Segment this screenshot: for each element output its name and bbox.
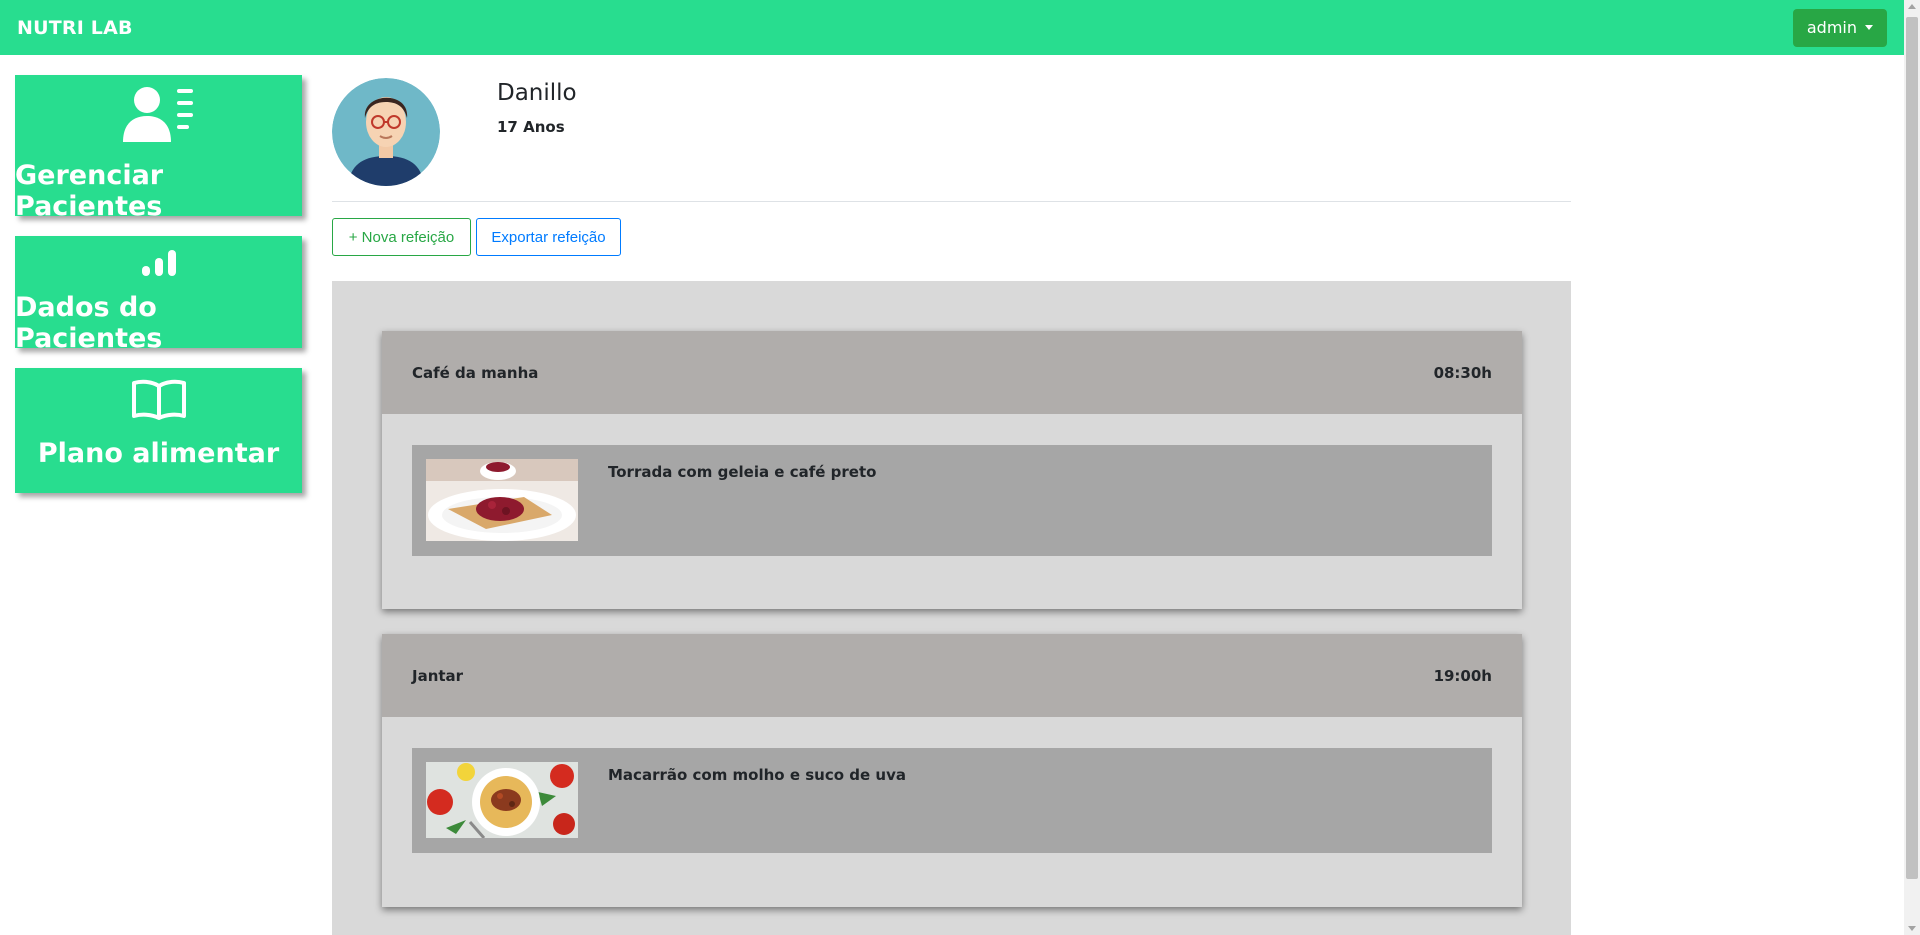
sidebar-item-label: Dados do Pacientes: [15, 292, 163, 354]
new-meal-button[interactable]: + Nova refeição: [332, 218, 471, 256]
toast-with-jam-image: [426, 459, 578, 541]
meal-header: Café da manha 08:30h: [382, 331, 1522, 414]
meal-name: Jantar: [412, 666, 464, 685]
user-list-icon: [122, 86, 195, 146]
admin-dropdown-label: admin: [1806, 18, 1857, 37]
caret-down-icon: [1865, 25, 1873, 30]
divider: [332, 201, 1571, 202]
meals-panel: Café da manha 08:30h Torrada com geleia …: [332, 281, 1571, 935]
sidebar-item-dados-do-pacientes[interactable]: Dados do Pacientes: [15, 236, 302, 354]
sidebar-item-plano-alimentar[interactable]: Plano alimentar: [15, 368, 302, 493]
scroll-down-arrow-icon[interactable]: [1908, 926, 1916, 931]
meal-card: Café da manha 08:30h Torrada com geleia …: [382, 331, 1522, 609]
patient-age: 17 Anos: [497, 118, 565, 136]
pasta-with-sauce-image: [426, 762, 578, 838]
sidebar-item-gerenciar-pacientes[interactable]: Gerenciar Pacientes: [15, 75, 302, 222]
patient-name: Danillo: [497, 80, 577, 106]
admin-dropdown-button[interactable]: admin: [1792, 8, 1887, 47]
sidebar-item-label: Plano alimentar: [37, 438, 280, 469]
meal-name: Café da manha: [412, 363, 539, 382]
top-navbar: NUTRI LAB admin: [0, 0, 1904, 55]
meal-time: 19:00h: [1433, 666, 1492, 685]
sidebar-item-label: Gerenciar Pacientes: [15, 160, 164, 222]
signal-bars-icon: [141, 250, 176, 280]
meal-item-description: Torrada com geleia e café preto: [608, 463, 877, 481]
scrollbar-thumb[interactable]: [1906, 17, 1918, 879]
meal-item[interactable]: Torrada com geleia e café preto: [412, 445, 1492, 556]
meal-item-description: Macarrão com molho e suco de uva: [608, 766, 906, 784]
brand-logo[interactable]: NUTRI LAB: [17, 17, 133, 39]
meal-time: 08:30h: [1433, 363, 1492, 382]
open-book-icon: [131, 378, 187, 424]
meal-header: Jantar 19:00h: [382, 634, 1522, 717]
scroll-up-arrow-icon[interactable]: [1908, 4, 1916, 9]
vertical-scrollbar[interactable]: [1904, 0, 1920, 935]
meal-card: Jantar 19:00h Macarrão com molho e suco …: [382, 634, 1522, 907]
meal-item[interactable]: Macarrão com molho e suco de uva: [412, 748, 1492, 853]
export-meal-button[interactable]: Exportar refeição: [476, 218, 621, 256]
patient-avatar: [332, 78, 440, 186]
